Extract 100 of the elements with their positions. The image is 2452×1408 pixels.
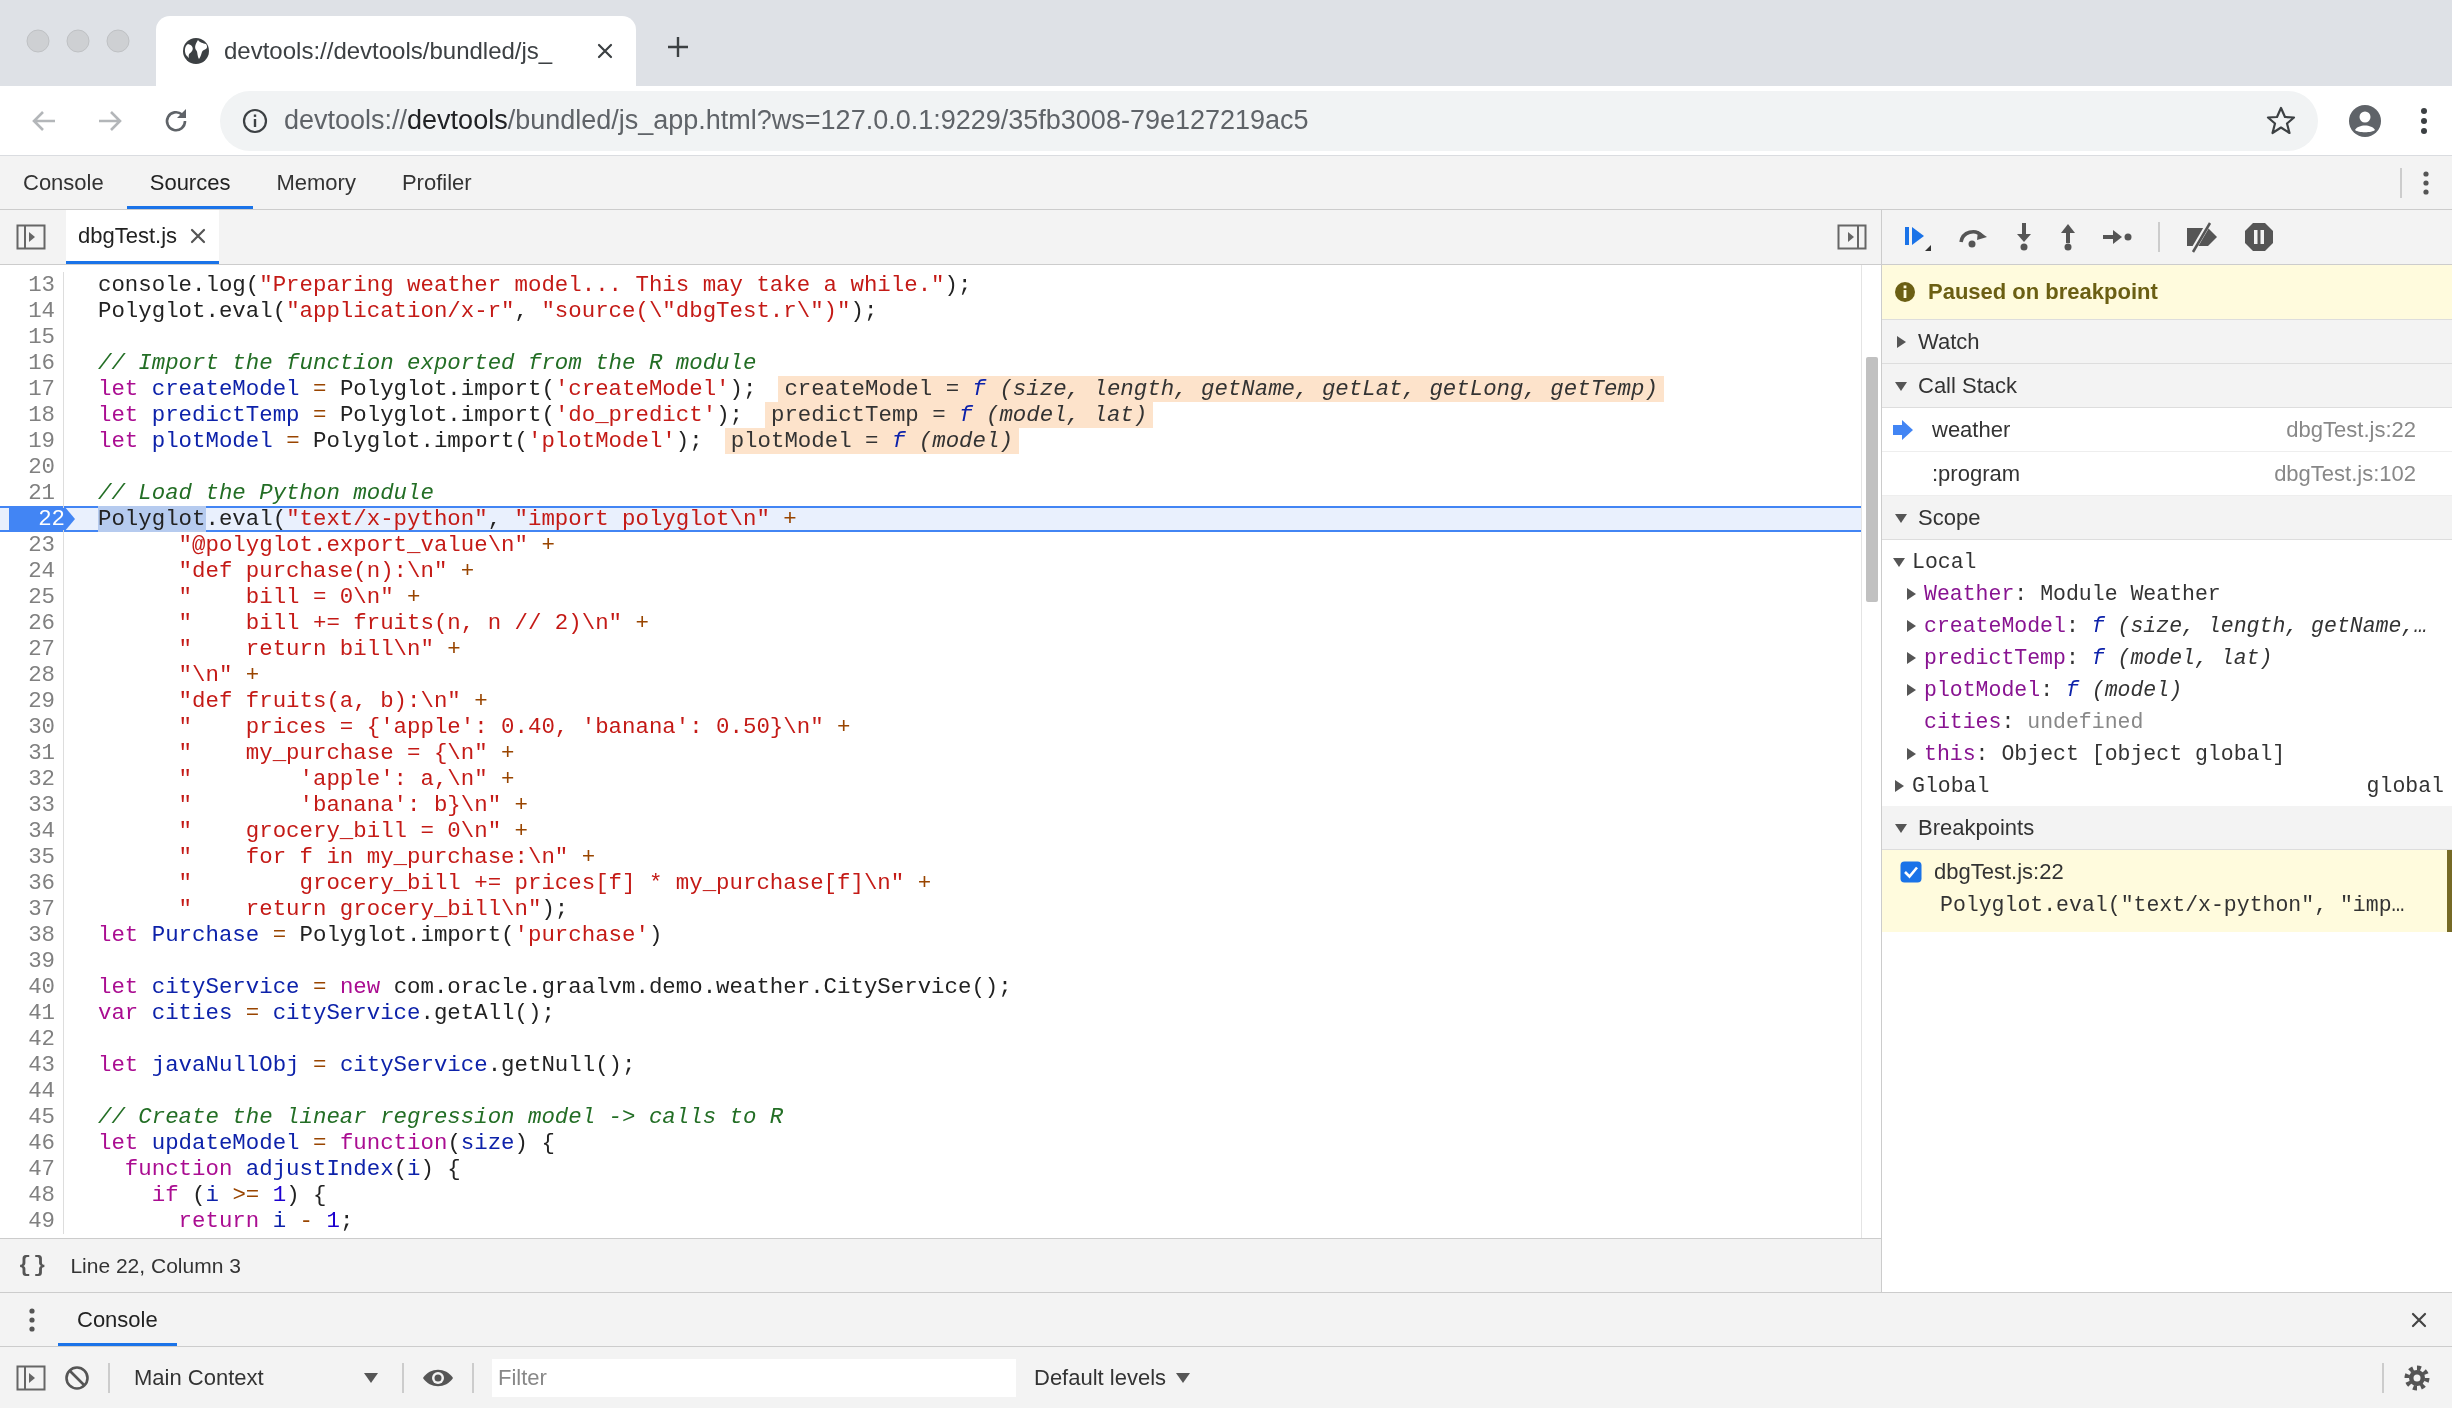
devtools-tab[interactable]: Memory: [253, 156, 379, 209]
code-line: let createModel = Polyglot.import('createModel');: [98, 376, 757, 402]
pause-on-exceptions-icon[interactable]: [2244, 222, 2274, 252]
collapse-triangle-icon[interactable]: [1892, 555, 1906, 569]
expand-triangle-icon[interactable]: [1904, 651, 1918, 665]
expand-triangle-icon[interactable]: [1904, 619, 1918, 633]
star-icon[interactable]: [2266, 105, 2296, 136]
code-line: " bill = 0\n" +: [177, 584, 421, 610]
line-number: 30: [28, 714, 56, 740]
line-number: 24: [28, 558, 56, 584]
devtools-tab[interactable]: Profiler: [378, 156, 495, 209]
code-line: " my_purchase = {\n" +: [177, 740, 515, 766]
code-line: // Load the Python module: [98, 480, 434, 506]
plus-icon[interactable]: [666, 35, 690, 59]
frame-name[interactable]: :program: [1932, 460, 2275, 487]
section-header[interactable]: Breakpoints: [1882, 806, 2452, 850]
scrollbar-thumb[interactable]: [1865, 357, 1878, 602]
breakpoint-marker[interactable]: 22: [9, 508, 75, 530]
code-line: " grocery_bill += prices[f] * my_purchase[f]\n" +: [177, 870, 932, 896]
more-icon[interactable]: [2422, 169, 2430, 196]
close-tab-icon[interactable]: [596, 42, 614, 60]
step-icon[interactable]: [2102, 227, 2134, 247]
clear-console-icon[interactable]: [64, 1364, 90, 1391]
code-line: Polyglot.eval("text/x-python", "import polyglot\n" +: [98, 506, 797, 532]
menu-icon[interactable]: [2420, 106, 2428, 135]
expand-triangle-icon[interactable]: [1894, 334, 1908, 349]
section-header[interactable]: Watch: [1882, 320, 2452, 364]
info-icon[interactable]: [242, 107, 268, 134]
navigator-toggle-icon[interactable]: [16, 224, 46, 250]
step-into-icon[interactable]: [2014, 222, 2034, 252]
section-header[interactable]: Scope: [1882, 496, 2452, 540]
frame-name[interactable]: weather: [1932, 416, 2287, 443]
scope-group[interactable]: Global: [1912, 774, 1990, 798]
line-number: 27: [28, 636, 56, 662]
expand-triangle-icon[interactable]: [1904, 587, 1918, 601]
line-number: 41: [28, 1000, 56, 1026]
globe-icon: [182, 37, 210, 65]
info-icon: [1894, 281, 1916, 303]
line-number: 28: [28, 662, 56, 688]
debugger-toggle-icon[interactable]: [1837, 224, 1867, 250]
sidebar-toggle-icon[interactable]: [16, 1364, 46, 1391]
line-number: 16: [28, 350, 56, 376]
breakpoint-location: dbgTest.js:22: [1934, 859, 2064, 885]
code-line: "@polyglot.export_value\n" +: [177, 532, 555, 558]
close-icon[interactable]: [2410, 1310, 2428, 1329]
devtools-tab[interactable]: Console: [0, 156, 127, 209]
line-number: 29: [28, 688, 56, 714]
scope-variable[interactable]: predictTemp: f (model, lat): [1924, 646, 2273, 670]
line-number: 20: [28, 454, 56, 480]
expand-triangle-icon[interactable]: [1904, 747, 1918, 761]
scope-variable[interactable]: Weather: Module Weather: [1924, 582, 2221, 606]
line-number: 17: [28, 376, 56, 402]
expand-triangle-icon[interactable]: [1892, 779, 1906, 793]
scope-variable[interactable]: this: Object [object global]: [1924, 742, 2286, 766]
scope-variable[interactable]: plotModel: f (model): [1924, 678, 2183, 702]
frame-location[interactable]: dbgTest.js:22: [2286, 416, 2416, 443]
inline-value: createModel = f (size, length, getName, getLat, getLong, getTemp): [778, 376, 1664, 402]
code-line: let updateModel = function(size) {: [98, 1130, 555, 1156]
code-line: // Import the function exported from the R module: [98, 350, 757, 376]
account-icon[interactable]: [2348, 103, 2382, 138]
line-number: 34: [28, 818, 56, 844]
more-icon[interactable]: [28, 1306, 36, 1333]
inline-value: plotModel = f (model): [724, 428, 1019, 454]
format-button[interactable]: {}: [18, 1253, 49, 1278]
frame-location[interactable]: dbgTest.js:102: [2274, 460, 2416, 487]
line-number: 35: [28, 844, 56, 870]
context-select[interactable]: Main Context: [128, 1364, 384, 1391]
code-line: " return grocery_bill\n");: [177, 896, 569, 922]
scope-group[interactable]: Local: [1912, 550, 1977, 574]
caret-icon: [1176, 1372, 1191, 1383]
line-number: 39: [28, 948, 56, 974]
levels-dropdown[interactable]: Default levels: [1034, 1364, 1191, 1391]
cursor-position: Line 22, Column 3: [70, 1253, 241, 1278]
section-header[interactable]: Call Stack: [1882, 364, 2452, 408]
code-line: "def fruits(a, b):\n" +: [177, 688, 488, 714]
line-number: 43: [28, 1052, 56, 1078]
expand-triangle-icon[interactable]: [1904, 683, 1918, 697]
code-line: let Purchase = Polyglot.import('purchase'): [98, 922, 663, 948]
code-line: let plotModel = Polyglot.import('plotModel');: [98, 428, 703, 454]
inline-value: predictTemp = f (model, lat): [765, 402, 1154, 428]
checkbox[interactable]: [1900, 861, 1922, 883]
file-tab[interactable]: dbgTest.js: [66, 210, 220, 264]
code-line: return i - 1;: [177, 1208, 354, 1234]
step-out-icon[interactable]: [2058, 222, 2078, 252]
scope-variable[interactable]: cities: undefined: [1924, 710, 2144, 734]
line-number: 21: [28, 480, 56, 506]
close-icon[interactable]: [189, 226, 208, 245]
line-number: 48: [28, 1182, 56, 1208]
filter-field[interactable]: Filter: [492, 1358, 1016, 1397]
code-line: " 'apple': a,\n" +: [177, 766, 515, 792]
code-line: let cityService = new com.oracle.graalvm.demo.weather.CityService();: [98, 974, 1012, 1000]
scope-value: global: [2366, 774, 2445, 798]
line-number: 19: [28, 428, 56, 454]
code-line: let javaNullObj = cityService.getNull();: [98, 1052, 636, 1078]
scope-variable[interactable]: createModel: f (size, length, getName,…: [1924, 614, 2428, 638]
code-line: " for f in my_purchase:\n" +: [177, 844, 596, 870]
deactivate-breakpoints-icon[interactable]: [2184, 221, 2220, 253]
line-number: 49: [28, 1208, 56, 1234]
code-line: " prices = {'apple': 0.40, 'banana': 0.50}\n" +: [177, 714, 851, 740]
breakpoint-item[interactable]: dbgTest.js:22 Polyglot.eval("text/x-python", "imp…: [1882, 850, 2452, 932]
